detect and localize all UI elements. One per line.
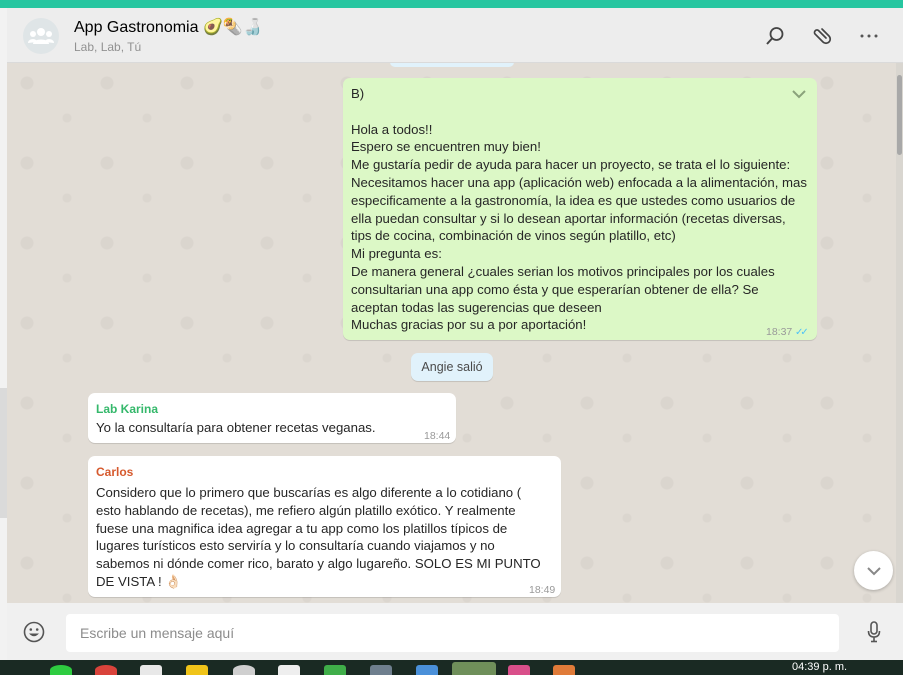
chat-scrollbar[interactable] (896, 63, 903, 603)
chevron-down-icon (866, 566, 881, 575)
group-avatar-icon[interactable] (23, 18, 59, 54)
whatsapp-taskbar-icon[interactable] (452, 662, 496, 675)
read-receipt-icon: ✓✓ (795, 327, 809, 338)
app-taskbar-icon[interactable] (233, 665, 255, 675)
app-taskbar-icon[interactable] (278, 665, 300, 675)
chat-participants[interactable]: Lab, Lab, Tú (74, 40, 141, 54)
app-taskbar-icon[interactable] (324, 665, 346, 675)
message-time: 18:44 (424, 430, 451, 442)
chat-header[interactable]: App Gastronomia 🥑🌯🍶 Lab, Lab, Tú (7, 8, 903, 63)
app-taskbar-icon[interactable] (95, 665, 117, 675)
app-taskbar-icon[interactable] (508, 665, 530, 675)
sender-name[interactable]: Lab Karina (96, 401, 158, 419)
menu-dots-icon[interactable] (857, 24, 881, 48)
incoming-message-karina[interactable]: Lab Karina Yo la consultaría para obtene… (88, 393, 456, 443)
message-text: Considero que lo primero que buscarías e… (96, 485, 541, 589)
app-taskbar-icon[interactable] (553, 665, 575, 675)
top-accent-bar (0, 0, 903, 8)
taskbar-clock[interactable]: 04:39 p. m. (792, 661, 847, 673)
message-time: 18:49 (529, 584, 556, 596)
previous-system-message (390, 63, 514, 67)
message-time: 18:37 (766, 326, 793, 338)
message-menu-chevron-icon[interactable] (791, 86, 807, 104)
message-text: B) Hola a todos!! Espero se encuentren m… (351, 86, 807, 333)
sender-name[interactable]: Carlos (96, 464, 133, 482)
message-input[interactable] (66, 614, 839, 652)
message-text: Yo la consultaría para obtener recetas v… (96, 420, 376, 435)
attach-icon[interactable] (810, 24, 834, 48)
conversation-panel[interactable]: B) Hola a todos!! Espero se encuentren m… (7, 63, 896, 603)
left-edge-highlight (0, 388, 7, 518)
scrollbar-thumb[interactable] (897, 75, 902, 155)
folder-taskbar-icon[interactable] (186, 665, 208, 675)
chrome-taskbar-icon[interactable] (50, 665, 72, 675)
system-notice: Angie salió (411, 353, 493, 381)
search-icon[interactable] (763, 24, 787, 48)
incoming-message-carlos[interactable]: Carlos Considero que lo primero que busc… (88, 456, 561, 597)
app-taskbar-icon[interactable] (370, 665, 392, 675)
app-taskbar-icon[interactable] (140, 665, 162, 675)
os-taskbar: 04:39 p. m. (0, 660, 903, 675)
emoji-icon[interactable] (23, 621, 45, 643)
left-window-edge (0, 8, 7, 660)
outgoing-message[interactable]: B) Hola a todos!! Espero se encuentren m… (343, 78, 817, 340)
composer-bar (7, 603, 903, 660)
app-taskbar-icon[interactable] (416, 665, 438, 675)
chat-title[interactable]: App Gastronomia 🥑🌯🍶 (74, 17, 263, 37)
scroll-down-button[interactable] (854, 551, 893, 590)
microphone-icon[interactable] (863, 620, 885, 644)
